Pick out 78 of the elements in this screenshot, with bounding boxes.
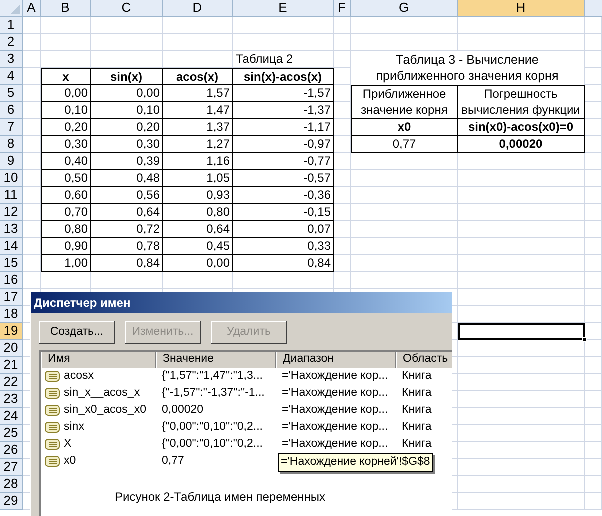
tooltip: ='Нахождение корней'!$G$8 <box>278 453 434 472</box>
list-cell: {"0,00":"0,10":"0,2... <box>162 420 263 433</box>
table-cell: -0,97 <box>233 136 334 153</box>
table-cell: 0,00 <box>91 85 163 102</box>
table-cell: 0,10 <box>41 102 91 119</box>
list-cell: {"0,00":"0,10":"0,2... <box>162 438 263 450</box>
table-cell: 1,37 <box>163 119 233 136</box>
table-cell: 1,16 <box>163 153 233 170</box>
list-cell: ='Нахождение кор... <box>282 370 388 382</box>
table-cell: 1,27 <box>163 136 233 153</box>
list-cell: ='Нахождение кор... <box>282 386 388 399</box>
table-cell: x0 <box>351 119 458 136</box>
list-cell: ='Нахождение кор... <box>282 404 388 416</box>
dialog-title: Диспетчер имен <box>31 292 452 313</box>
table-cell: 0,72 <box>91 221 163 238</box>
table-cell: 0,77 <box>351 136 458 153</box>
list-cell: Книга <box>402 420 432 433</box>
table-cell: -0,15 <box>233 204 334 221</box>
table-cell: -0,36 <box>233 187 334 204</box>
table-cell: 0,20 <box>91 119 163 136</box>
table-cell: 0,48 <box>91 170 163 187</box>
table-cell: 0,30 <box>91 136 163 153</box>
table-caption: приближенного значения корня <box>376 68 559 84</box>
table-header-cell: sin(x)-acos(x) <box>233 68 334 85</box>
table-cell: 0,78 <box>91 238 163 255</box>
list-cell: Книга <box>402 404 432 416</box>
table-caption: Таблица 3 - Вычисление <box>396 52 539 68</box>
table-cell: 0,00020 <box>458 136 585 153</box>
table-cell: 0,60 <box>41 187 91 204</box>
table-cell: 0,84 <box>91 255 163 272</box>
table-cell: 0,45 <box>163 238 233 255</box>
table-header-cell: x <box>41 68 91 85</box>
table-cell: -0,77 <box>233 153 334 170</box>
table-cell: 0,84 <box>233 255 334 272</box>
table-cell: 0,80 <box>163 204 233 221</box>
table-header-cell: Приближенное <box>362 86 446 102</box>
table-cell: 0,50 <box>41 170 91 187</box>
list-cell: Книга <box>402 370 432 382</box>
table-cell: 0,20 <box>41 119 91 136</box>
list-cell: 0,77 <box>162 454 184 467</box>
table-caption: Таблица 2 <box>233 51 334 68</box>
table-header-cell: acos(x) <box>163 68 233 85</box>
table-cell: 0,64 <box>91 204 163 221</box>
table-cell: 0,33 <box>233 238 334 255</box>
table-cell: 0,07 <box>233 221 334 238</box>
table-cell: 0,64 <box>163 221 233 238</box>
list-cell: ='Нахождение кор... <box>282 438 388 450</box>
table-cell: 1,47 <box>163 102 233 119</box>
table-header-cell: вычисления функции <box>462 102 580 118</box>
table-cell: 0,56 <box>91 187 163 204</box>
table-cell: 1,05 <box>163 170 233 187</box>
table-cell: -0,57 <box>233 170 334 187</box>
list-cell: ='Нахождение кор... <box>282 420 388 433</box>
table-cell: 0,90 <box>41 238 91 255</box>
table-cell: sin(x0)-acos(x0)=0 <box>458 119 585 136</box>
table-cell: 0,39 <box>91 153 163 170</box>
table-cell: 1,57 <box>163 85 233 102</box>
table-cell: -1,17 <box>233 119 334 136</box>
table-cell: 0,30 <box>41 136 91 153</box>
list-cell: Книга <box>402 386 432 399</box>
list-cell: {"-1,57":"-1,37":"-1... <box>162 386 265 399</box>
table-cell: 0,10 <box>91 102 163 119</box>
table-cell: -1,57 <box>233 85 334 102</box>
list-cell: Книга <box>402 438 432 450</box>
table-cell: 0,70 <box>41 204 91 221</box>
table-cell: 0,00 <box>41 85 91 102</box>
table-header-cell: Погрешность <box>484 86 558 102</box>
table-cell: 0,93 <box>163 187 233 204</box>
list-cell: 0,00020 <box>162 404 204 416</box>
table-cell: 1,00 <box>41 255 91 272</box>
list-cell: {"1,57":"1,47":"1,3... <box>162 370 263 382</box>
table-header-cell: sin(x) <box>91 68 163 85</box>
table-cell: 0,40 <box>41 153 91 170</box>
table-header-cell: значение корня <box>361 102 448 118</box>
figure-caption: Рисунок 2-Таблица имен переменных <box>115 489 327 506</box>
table-cell: -1,37 <box>233 102 334 119</box>
table-cell: 0,00 <box>163 255 233 272</box>
table-cell: 0,80 <box>41 221 91 238</box>
